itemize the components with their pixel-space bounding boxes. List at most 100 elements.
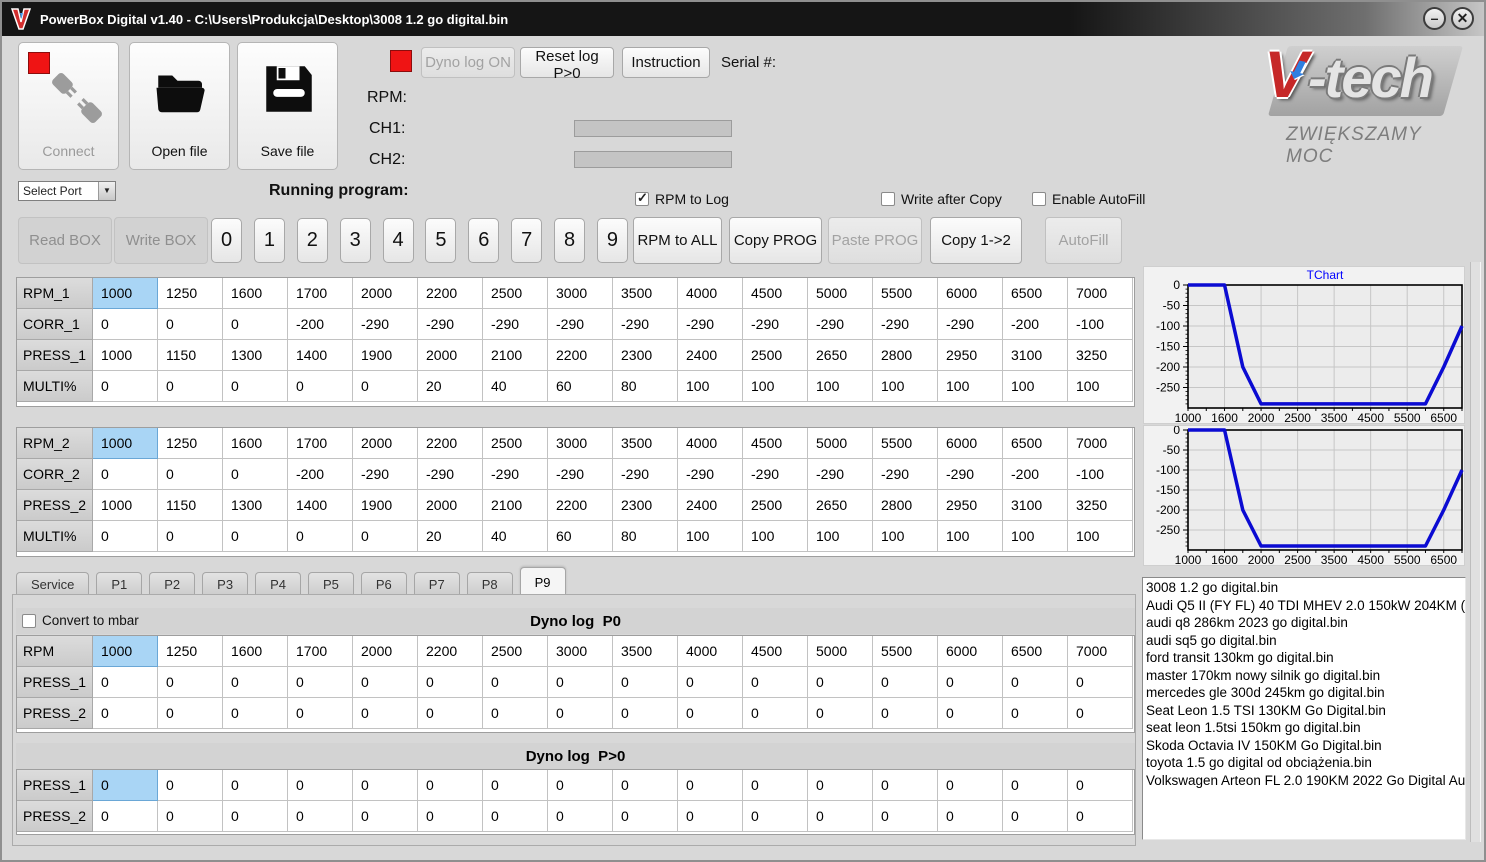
table-cell[interactable]: 100 xyxy=(678,371,743,402)
file-list-item[interactable]: Audi Q5 II (FY FL) 40 TDI MHEV 2.0 150kW… xyxy=(1146,597,1465,615)
tab-p8[interactable]: P8 xyxy=(466,572,513,595)
table-cell[interactable]: 2200 xyxy=(418,428,483,459)
connect-button[interactable]: Connect xyxy=(18,42,119,170)
table-cell[interactable]: 80 xyxy=(613,521,678,552)
table-cell[interactable]: 4500 xyxy=(743,636,808,667)
table-cell[interactable]: -290 xyxy=(938,459,1003,490)
table-cell[interactable]: 0 xyxy=(418,667,483,698)
table-cell[interactable]: 0 xyxy=(223,371,288,402)
table-cell[interactable]: 0 xyxy=(938,801,1003,832)
table-cell[interactable]: 80 xyxy=(613,371,678,402)
table-cell[interactable]: 6500 xyxy=(1003,636,1068,667)
read-box-button[interactable]: Read BOX xyxy=(18,217,112,264)
table-cell[interactable]: -290 xyxy=(808,309,873,340)
table-cell[interactable]: 0 xyxy=(743,801,808,832)
table-cell[interactable]: -200 xyxy=(1003,459,1068,490)
table-cell[interactable]: 0 xyxy=(353,667,418,698)
table-cell[interactable]: 2000 xyxy=(353,428,418,459)
table-cell[interactable]: 2300 xyxy=(613,340,678,371)
table-cell[interactable]: 3000 xyxy=(548,636,613,667)
table-cell[interactable]: -200 xyxy=(288,459,353,490)
table-cell[interactable]: 0 xyxy=(613,667,678,698)
table-cell[interactable]: 1300 xyxy=(223,490,288,521)
table-cell[interactable]: 2500 xyxy=(483,428,548,459)
table-cell[interactable]: -290 xyxy=(483,309,548,340)
table-cell[interactable]: 0 xyxy=(678,801,743,832)
table-cell[interactable]: 0 xyxy=(158,371,223,402)
table-cell[interactable]: 2000 xyxy=(353,636,418,667)
close-button[interactable]: ✕ xyxy=(1451,7,1474,30)
table-cell[interactable]: 100 xyxy=(743,521,808,552)
table-cell[interactable]: 1250 xyxy=(158,428,223,459)
table-cell[interactable]: 2400 xyxy=(678,340,743,371)
number-button-4[interactable]: 4 xyxy=(382,218,414,263)
table-cell[interactable]: 1250 xyxy=(158,278,223,309)
number-button-6[interactable]: 6 xyxy=(468,218,500,263)
table-cell[interactable]: 100 xyxy=(808,521,873,552)
open-file-button[interactable]: Open file xyxy=(129,42,230,170)
table-cell[interactable]: 2500 xyxy=(743,490,808,521)
table-cell[interactable]: 0 xyxy=(158,521,223,552)
table-cell[interactable]: 0 xyxy=(938,667,1003,698)
table-cell[interactable]: 2500 xyxy=(743,340,808,371)
table-cell[interactable]: 0 xyxy=(158,770,223,801)
table-cell[interactable]: -290 xyxy=(743,309,808,340)
instruction-button[interactable]: Instruction xyxy=(622,47,710,78)
table-cell[interactable]: 0 xyxy=(288,667,353,698)
file-list-item[interactable]: seat leon 1.5tsi 150km go digital.bin xyxy=(1146,719,1465,737)
table-cell[interactable]: 0 xyxy=(548,698,613,729)
table-cell[interactable]: 6500 xyxy=(1003,428,1068,459)
table-cell[interactable]: 5000 xyxy=(808,278,873,309)
table-cell[interactable]: 0 xyxy=(938,770,1003,801)
table-cell[interactable]: 5000 xyxy=(808,636,873,667)
dyno-log-on-button[interactable]: Dyno log ON xyxy=(421,47,515,78)
table-cell[interactable]: 0 xyxy=(418,770,483,801)
table-cell[interactable]: 7000 xyxy=(1068,428,1133,459)
table-cell[interactable]: -290 xyxy=(548,309,613,340)
table-cell[interactable]: 60 xyxy=(548,521,613,552)
table-cell[interactable]: 0 xyxy=(743,698,808,729)
table-cell[interactable]: 3250 xyxy=(1068,340,1133,371)
table-cell[interactable]: 5500 xyxy=(873,636,938,667)
file-list-item[interactable]: ford transit 130km go digital.bin xyxy=(1146,649,1465,667)
table-cell[interactable]: 3000 xyxy=(548,278,613,309)
table-cell[interactable]: 100 xyxy=(1003,521,1068,552)
file-list-item[interactable]: audi sq5 go digital.bin xyxy=(1146,632,1465,650)
table-cell[interactable]: 100 xyxy=(1068,521,1133,552)
table-cell[interactable]: 1300 xyxy=(223,340,288,371)
table-cell[interactable]: 100 xyxy=(873,521,938,552)
number-button-5[interactable]: 5 xyxy=(425,218,457,263)
table-cell[interactable]: 2200 xyxy=(418,278,483,309)
table-cell[interactable]: 0 xyxy=(1003,770,1068,801)
table-cell[interactable]: 0 xyxy=(1068,698,1133,729)
select-port-dropdown[interactable]: Select Port ▼ xyxy=(18,181,116,201)
table-cell[interactable]: 1700 xyxy=(288,636,353,667)
file-list-item[interactable]: 3008 1.2 go digital.bin xyxy=(1146,579,1465,597)
save-file-button[interactable]: Save file xyxy=(237,42,338,170)
table-cell[interactable]: -200 xyxy=(288,309,353,340)
table-cell[interactable]: 1900 xyxy=(353,490,418,521)
table-cell[interactable]: 2200 xyxy=(548,340,613,371)
tab-p2[interactable]: P2 xyxy=(149,572,196,595)
rpm-to-all-button[interactable]: RPM to ALL xyxy=(633,217,722,264)
number-button-2[interactable]: 2 xyxy=(296,218,328,263)
tab-p1[interactable]: P1 xyxy=(96,572,143,595)
number-button-9[interactable]: 9 xyxy=(596,218,628,263)
table-cell[interactable]: 0 xyxy=(808,698,873,729)
table-cell[interactable]: 60 xyxy=(548,371,613,402)
enable-autofill-checkbox[interactable]: Enable AutoFill xyxy=(1032,191,1145,207)
table-cell[interactable]: 0 xyxy=(93,770,158,801)
table-cell[interactable]: 2500 xyxy=(483,636,548,667)
file-list-item[interactable]: master 170km nowy silnik go digital.bin xyxy=(1146,667,1465,685)
table-cell[interactable]: -290 xyxy=(938,309,1003,340)
table-cell[interactable]: 1150 xyxy=(158,340,223,371)
table-cell[interactable]: 0 xyxy=(353,371,418,402)
table-cell[interactable]: 0 xyxy=(353,521,418,552)
table-cell[interactable]: 0 xyxy=(483,770,548,801)
table-cell[interactable]: -200 xyxy=(1003,309,1068,340)
table-cell[interactable]: 40 xyxy=(483,371,548,402)
minimize-button[interactable]: – xyxy=(1423,7,1446,30)
table-cell[interactable]: 6500 xyxy=(1003,278,1068,309)
table-cell[interactable]: 2400 xyxy=(678,490,743,521)
copy-prog-button[interactable]: Copy PROG xyxy=(729,217,822,264)
